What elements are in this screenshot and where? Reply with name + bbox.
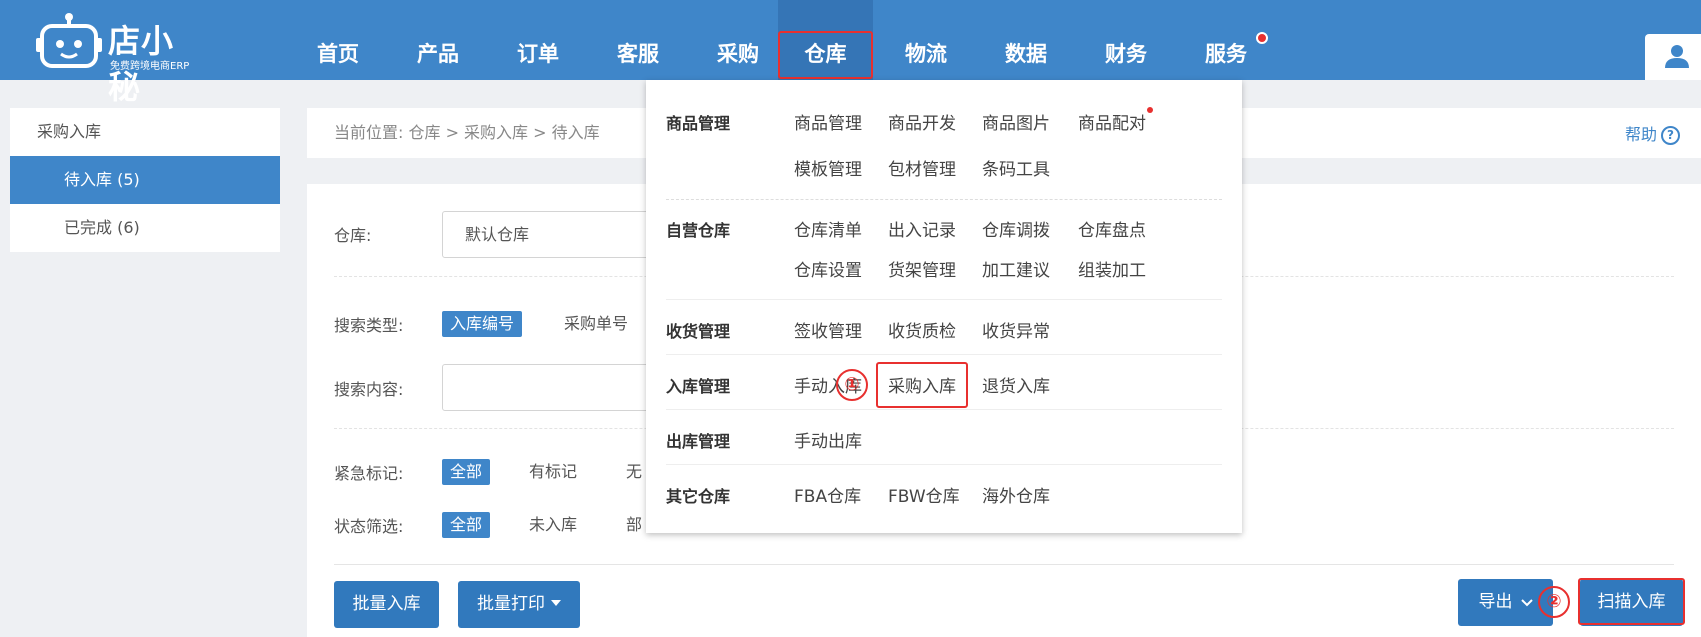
warehouse-dropdown-menu: 商品管理 商品管理 商品开发 商品图片 商品配对 模板管理 包材管理 条码工具 … — [646, 80, 1242, 533]
dropdown-item-template-management[interactable]: 模板管理 — [794, 155, 862, 180]
dropdown-item-manual-outbound[interactable]: 手动出库 — [794, 427, 862, 452]
help-icon: ? — [1661, 126, 1681, 145]
purchase-inbound-highlight-box — [876, 362, 968, 408]
warehouse-select-value: 默认仓库 — [465, 225, 530, 244]
dropdown-item-barcode-tool[interactable]: 条码工具 — [982, 155, 1050, 180]
sidebar-header[interactable]: 采购入库 — [10, 108, 280, 156]
nav-orders[interactable]: 订单 — [498, 0, 578, 80]
dropdown-item-warehouse-stocktake[interactable]: 仓库盘点 — [1078, 216, 1146, 241]
scan-inbound-highlight-box — [1578, 578, 1685, 625]
warehouse-select[interactable]: 默认仓库 — [442, 211, 662, 258]
status-label: 状态筛选: — [334, 517, 404, 536]
search-content-label: 搜索内容: — [334, 380, 404, 399]
dropdown-divider — [666, 464, 1222, 465]
dropdown-divider — [666, 409, 1222, 410]
dropdown-item-product-management[interactable]: 商品管理 — [794, 109, 862, 134]
search-type-label: 搜索类型: — [334, 316, 404, 335]
sidebar-item-completed[interactable]: 已完成 (6) — [10, 204, 280, 252]
batch-inbound-button[interactable]: 批量入库 — [334, 581, 439, 628]
dropdown-divider — [666, 199, 1222, 200]
dropdown-item-shelf-management[interactable]: 货架管理 — [888, 256, 956, 281]
dropdown-item-product-images[interactable]: 商品图片 — [982, 109, 1050, 134]
nav-services[interactable]: 服务 — [1186, 0, 1266, 80]
dropdown-category-other-warehouses: 其它仓库 — [666, 487, 731, 506]
dropdown-item-product-development[interactable]: 商品开发 — [888, 109, 956, 134]
breadcrumb: 当前位置: 仓库 > 采购入库 > 待入库 — [334, 123, 600, 142]
dropdown-category-receiving-management: 收货管理 — [666, 322, 731, 341]
dropdown-divider — [666, 354, 1222, 355]
robot-logo-icon — [36, 13, 102, 68]
notification-dot — [1256, 32, 1268, 44]
dropdown-item-receiving-exceptions[interactable]: 收货异常 — [982, 317, 1050, 342]
dropdown-item-in-out-records[interactable]: 出入记录 — [888, 216, 956, 241]
dropdown-item-overseas-warehouse[interactable]: 海外仓库 — [982, 482, 1050, 507]
batch-print-button[interactable]: 批量打印 — [458, 581, 580, 628]
dropdown-category-outbound-management: 出库管理 — [666, 432, 731, 451]
dropdown-item-sign-management[interactable]: 签收管理 — [794, 317, 862, 342]
nav-finance[interactable]: 财务 — [1086, 0, 1166, 80]
dropdown-item-receiving-qc[interactable]: 收货质检 — [888, 317, 956, 342]
dropdown-item-product-pairing[interactable]: 商品配对 — [1078, 109, 1146, 134]
search-content-input[interactable] — [442, 364, 662, 411]
status-option-all[interactable]: 全部 — [442, 512, 491, 538]
top-navbar: 店小秘 免费跨境电商ERP 首页 产品 订单 客服 采购 仓库 物流 数据 财务… — [0, 0, 1701, 106]
nav-customer-service[interactable]: 客服 — [598, 0, 678, 80]
dropdown-item-processing-suggestions[interactable]: 加工建议 — [982, 256, 1050, 281]
dropdown-item-packaging-management[interactable]: 包材管理 — [888, 155, 956, 180]
dropdown-item-assembly-processing[interactable]: 组装加工 — [1078, 256, 1146, 281]
search-type-inbound-no[interactable]: 入库编号 — [442, 311, 523, 337]
new-badge-dot — [1147, 107, 1153, 113]
nav-logistics[interactable]: 物流 — [886, 0, 966, 80]
nav-home[interactable]: 首页 — [298, 0, 378, 80]
brand-logo[interactable]: 店小秘 免费跨境电商ERP — [36, 12, 206, 106]
annotation-step-2: ② — [1538, 586, 1570, 618]
caret-down-icon — [551, 600, 561, 606]
dropdown-category-inbound-management: 入库管理 — [666, 377, 731, 396]
sidebar: 采购入库 待入库 (5) 已完成 (6) — [10, 108, 280, 252]
dropdown-item-warehouse-list[interactable]: 仓库清单 — [794, 216, 862, 241]
brand-subtitle: 免费跨境电商ERP — [110, 61, 190, 72]
urgent-label: 紧急标记: — [334, 464, 404, 483]
nav-warehouse-highlight-box — [778, 31, 873, 79]
dropdown-item-warehouse-settings[interactable]: 仓库设置 — [794, 256, 862, 281]
dropdown-item-warehouse-transfer[interactable]: 仓库调拨 — [982, 216, 1050, 241]
dropdown-category-product-management: 商品管理 — [666, 114, 731, 133]
nav-data[interactable]: 数据 — [986, 0, 1066, 80]
urgent-option-marked[interactable]: 有标记 — [521, 459, 585, 485]
nav-products[interactable]: 产品 — [398, 0, 478, 80]
help-link[interactable]: 帮助? — [1625, 121, 1681, 145]
dropdown-item-fbw-warehouse[interactable]: FBW仓库 — [888, 482, 960, 507]
status-option-not-inbound[interactable]: 未入库 — [521, 512, 585, 538]
nav-purchase[interactable]: 采购 — [698, 0, 778, 80]
search-type-purchase-no[interactable]: 采购单号 — [556, 311, 636, 337]
user-icon — [1665, 45, 1689, 68]
user-menu[interactable] — [1645, 34, 1701, 80]
dropdown-divider — [666, 299, 1222, 300]
dropdown-item-fba-warehouse[interactable]: FBA仓库 — [794, 482, 861, 507]
batch-print-label: 批量打印 — [477, 594, 545, 614]
urgent-option-all[interactable]: 全部 — [442, 459, 491, 485]
sidebar-item-pending[interactable]: 待入库 (5) — [10, 156, 280, 204]
divider — [334, 564, 1674, 565]
export-label: 导出 — [1478, 592, 1513, 612]
dropdown-category-own-warehouse: 自营仓库 — [666, 221, 731, 240]
warehouse-label: 仓库: — [334, 226, 372, 245]
dropdown-item-return-inbound[interactable]: 退货入库 — [982, 372, 1050, 397]
help-label: 帮助 — [1625, 125, 1658, 144]
chevron-down-icon — [1520, 599, 1533, 607]
annotation-step-1: ① — [836, 369, 868, 401]
